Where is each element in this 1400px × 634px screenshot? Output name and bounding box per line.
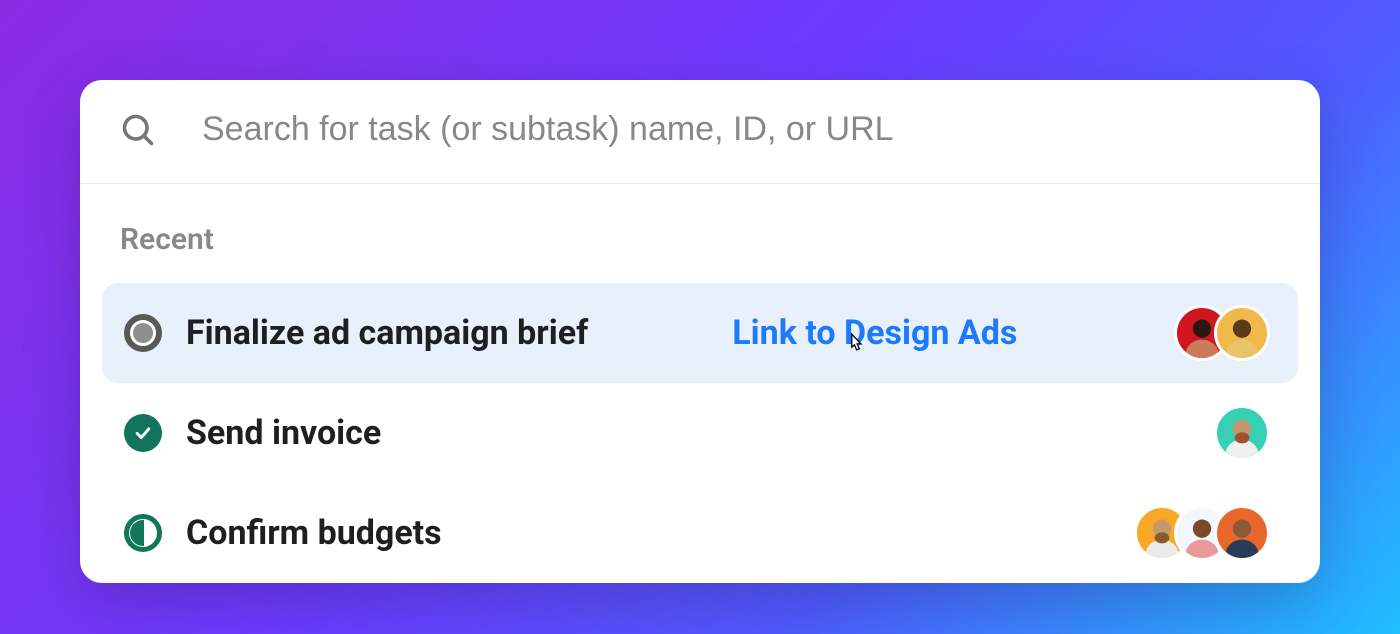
status-partial-icon bbox=[124, 514, 162, 552]
task-name: Confirm budgets bbox=[186, 513, 442, 553]
assignee-avatars bbox=[1150, 505, 1276, 561]
avatar bbox=[1214, 305, 1270, 361]
task-row[interactable]: Send invoice bbox=[102, 383, 1298, 483]
search-row bbox=[80, 80, 1320, 184]
link-action[interactable]: Link to Design Ads bbox=[732, 313, 1017, 353]
avatar bbox=[1214, 405, 1270, 461]
task-name: Finalize ad campaign brief bbox=[186, 313, 588, 353]
search-icon bbox=[120, 112, 156, 148]
recent-section: Recent Finalize ad campaign brief Link t… bbox=[80, 184, 1320, 583]
avatar bbox=[1214, 505, 1270, 561]
status-done-icon bbox=[124, 414, 162, 452]
task-row[interactable]: Confirm budgets bbox=[102, 483, 1298, 583]
status-todo-icon bbox=[124, 314, 162, 352]
assignee-avatars bbox=[1230, 405, 1276, 461]
task-row[interactable]: Finalize ad campaign brief Link to Desig… bbox=[102, 283, 1298, 383]
search-panel: Recent Finalize ad campaign brief Link t… bbox=[80, 80, 1320, 583]
search-input[interactable] bbox=[202, 110, 1280, 149]
section-title: Recent bbox=[102, 222, 1298, 257]
assignee-avatars bbox=[1190, 305, 1276, 361]
task-name: Send invoice bbox=[186, 413, 381, 453]
